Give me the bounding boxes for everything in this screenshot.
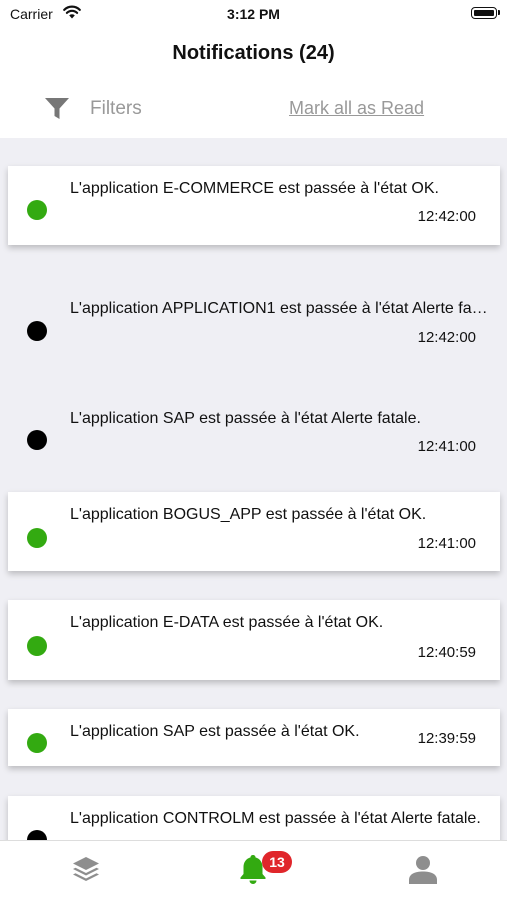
status-dot-ok <box>27 636 47 656</box>
notification-message: L'application CONTROLM est passée à l'ét… <box>70 810 481 827</box>
notification-message: L'application E-COMMERCE est passée à l'… <box>70 180 439 197</box>
notification-card[interactable]: L'application CONTROLM est passée à l'ét… <box>8 796 500 840</box>
notification-message: L'application E-DATA est passée à l'état… <box>70 614 384 631</box>
tab-bar: 13 <box>0 840 507 900</box>
filters-label: Filters <box>90 98 142 119</box>
filter-icon <box>44 97 70 121</box>
battery-cap <box>498 10 500 15</box>
user-icon <box>407 853 439 890</box>
status-dot-ok <box>27 200 47 220</box>
status-bar: Carrier 3:12 PM <box>0 0 507 28</box>
tab-profile[interactable] <box>403 851 443 891</box>
clock-time: 3:12 PM <box>227 6 280 22</box>
filters-button[interactable]: Filters <box>44 94 142 124</box>
layers-icon <box>71 854 101 889</box>
notification-time: 12:41:00 <box>417 438 476 455</box>
notification-message: L'application BOGUS_APP est passée à l'é… <box>70 506 427 523</box>
notification-time: 12:40:59 <box>417 644 476 661</box>
mark-all-read-link[interactable]: Mark all as Read <box>289 98 424 119</box>
tab-applications[interactable] <box>66 851 106 891</box>
notification-time: 12:42:00 <box>417 329 476 346</box>
notification-card[interactable]: L'application APPLICATION1 est passée à … <box>8 286 500 366</box>
notification-time: 12:42:00 <box>417 208 476 225</box>
status-dot-ok <box>27 733 47 753</box>
page-title: Notifications (24) <box>172 42 335 64</box>
notification-message: L'application SAP est passée à l'état OK… <box>70 723 360 740</box>
status-dot-alert <box>27 430 47 450</box>
header: Notifications (24) Filters Mark all as R… <box>0 28 507 138</box>
status-dot-alert <box>27 830 47 840</box>
notification-list[interactable]: L'application E-COMMERCE est passée à l'… <box>0 138 507 840</box>
notification-message: L'application APPLICATION1 est passée à … <box>70 300 488 317</box>
notification-time: 12:39:59 <box>417 730 476 747</box>
notification-card[interactable]: L'application SAP est passée à l'état Al… <box>8 396 500 476</box>
notification-card[interactable]: L'application E-DATA est passée à l'état… <box>8 600 500 680</box>
notification-card[interactable]: L'application BOGUS_APP est passée à l'é… <box>8 492 500 571</box>
battery-icon <box>471 7 497 19</box>
notification-card[interactable]: L'application E-COMMERCE est passée à l'… <box>8 166 500 245</box>
notification-message: L'application SAP est passée à l'état Al… <box>70 410 421 427</box>
notification-count-badge: 13 <box>262 851 292 873</box>
status-dot-ok <box>27 528 47 548</box>
notification-time: 12:41:00 <box>417 535 476 552</box>
notification-card[interactable]: L'application SAP est passée à l'état OK… <box>8 709 500 766</box>
status-dot-alert <box>27 321 47 341</box>
